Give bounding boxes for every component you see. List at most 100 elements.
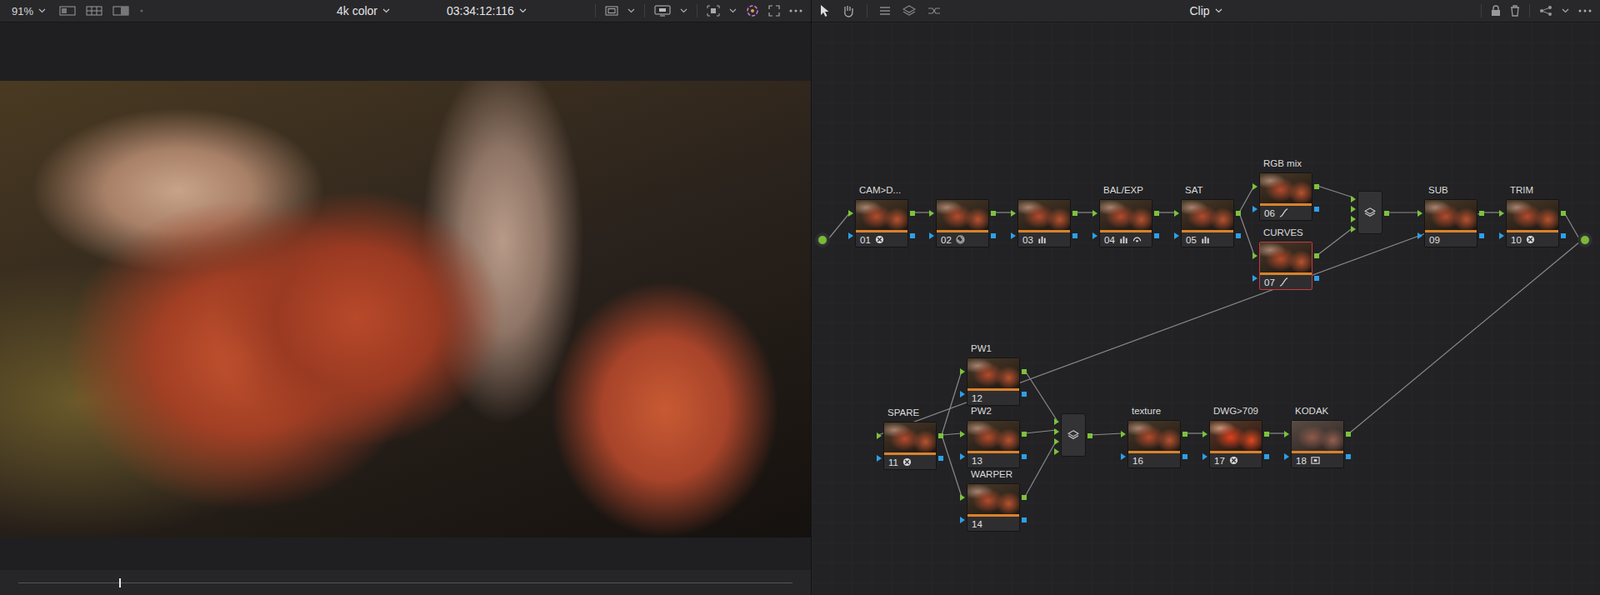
corrector-node[interactable]: SAT 05 [1180, 199, 1235, 248]
rgb-output[interactable] [1235, 210, 1241, 216]
mixer-input[interactable] [1054, 428, 1060, 435]
lock-icon[interactable] [1490, 5, 1501, 17]
rgb-output[interactable] [1182, 431, 1188, 437]
key-input[interactable] [1499, 232, 1505, 240]
hq-monitor-icon[interactable] [654, 5, 671, 17]
trash-icon[interactable] [1510, 5, 1520, 17]
mixer-input[interactable] [1350, 215, 1356, 223]
rgb-input[interactable] [1092, 210, 1098, 217]
rgb-output[interactable] [990, 210, 996, 216]
zoom-dropdown[interactable]: 91% [8, 3, 50, 20]
key-input[interactable] [1284, 453, 1290, 460]
fullscreen-icon[interactable] [768, 5, 780, 17]
rgb-output[interactable] [1021, 495, 1027, 500]
mixer-input[interactable] [1350, 195, 1356, 203]
key-output[interactable] [1264, 454, 1270, 460]
key-output[interactable] [1314, 206, 1320, 212]
rgb-input[interactable] [929, 210, 935, 217]
timeline-dropdown[interactable]: 4k color [333, 2, 394, 20]
key-input[interactable] [876, 455, 882, 462]
key-output[interactable] [910, 233, 915, 239]
timecode-dropdown[interactable]: 03:34:12:116 [443, 2, 530, 20]
pointer-icon[interactable] [820, 4, 830, 18]
key-input[interactable] [1174, 232, 1180, 240]
rgb-output[interactable] [1021, 369, 1027, 375]
corrector-node[interactable]: SPARE 11 [883, 421, 937, 470]
key-input[interactable] [929, 232, 935, 240]
rgb-output[interactable] [1345, 431, 1351, 437]
mixer-input[interactable] [1350, 225, 1356, 233]
key-output[interactable] [1560, 233, 1566, 239]
rgb-output[interactable] [938, 433, 944, 439]
corrector-node[interactable]: PW2 13 [966, 420, 1020, 469]
mixer-input[interactable] [1054, 418, 1060, 425]
chevron-down-icon[interactable] [680, 8, 688, 14]
rgb-output[interactable] [1021, 431, 1027, 437]
key-input[interactable] [960, 453, 965, 460]
mixer-input[interactable] [1350, 205, 1356, 213]
key-input[interactable] [1202, 453, 1208, 460]
rgb-input[interactable] [960, 368, 965, 375]
rgb-input[interactable] [848, 210, 854, 217]
clip-output[interactable] [1580, 235, 1590, 245]
rgb-input[interactable] [1120, 430, 1126, 438]
key-output[interactable] [1182, 454, 1188, 460]
playhead[interactable] [119, 578, 121, 588]
rgb-input[interactable] [1252, 252, 1258, 260]
highlight-icon[interactable] [706, 5, 720, 17]
key-output[interactable] [1479, 233, 1485, 239]
corrector-node[interactable]: 03 [1017, 199, 1071, 248]
mixer-output[interactable] [1087, 433, 1093, 439]
key-input[interactable] [1010, 232, 1016, 240]
rgb-output[interactable] [1479, 210, 1485, 216]
more-icon[interactable] [789, 9, 803, 13]
chevron-down-icon[interactable] [1561, 8, 1570, 14]
source-input[interactable] [817, 235, 828, 245]
share-node-icon[interactable] [1539, 5, 1553, 17]
key-input[interactable] [1252, 205, 1258, 213]
rgb-input[interactable] [960, 430, 965, 438]
corrector-node[interactable]: TRIM 10 [1505, 199, 1560, 248]
mixer-output[interactable] [1384, 210, 1390, 216]
single-view-icon[interactable] [59, 5, 76, 16]
rgb-input[interactable] [1499, 210, 1505, 217]
corrector-node[interactable]: BAL/EXP 04 [1099, 199, 1153, 248]
rgb-input[interactable] [1174, 210, 1180, 217]
rgb-output[interactable] [1314, 184, 1320, 190]
corrector-node[interactable]: texture 16 [1127, 420, 1181, 469]
rgb-output[interactable] [1264, 431, 1270, 437]
key-output[interactable] [1021, 391, 1027, 397]
corrector-node[interactable]: 02 [935, 199, 990, 248]
rgb-output[interactable] [1072, 210, 1078, 216]
key-output[interactable] [1072, 233, 1078, 239]
chevron-down-icon[interactable] [627, 8, 635, 14]
mixer-input[interactable] [1054, 448, 1060, 455]
key-input[interactable] [1092, 232, 1098, 240]
key-input[interactable] [960, 516, 965, 524]
corrector-node[interactable]: WARPER 14 [966, 483, 1020, 532]
rgb-input[interactable] [876, 432, 882, 440]
key-output[interactable] [1345, 454, 1351, 460]
hand-icon[interactable] [841, 4, 855, 18]
key-output[interactable] [938, 455, 944, 461]
node-list-icon[interactable] [879, 5, 891, 17]
split-view-icon[interactable] [112, 5, 130, 16]
rgb-output[interactable] [1154, 210, 1160, 216]
color-wheel-icon[interactable] [745, 4, 760, 18]
chevron-down-icon[interactable] [729, 8, 737, 14]
node-mode-dropdown[interactable]: Clip [1185, 2, 1225, 20]
key-input[interactable] [1252, 275, 1258, 282]
corrector-node[interactable]: CAM>D... 01 [855, 199, 909, 248]
more-icon[interactable] [1578, 9, 1592, 13]
corrector-node[interactable]: DWG>709 17 [1209, 420, 1263, 469]
key-output[interactable] [1021, 517, 1027, 523]
key-input[interactable] [1120, 453, 1126, 460]
corrector-node[interactable]: KODAK 18 [1290, 420, 1345, 469]
node-canvas[interactable]: CAM>D... 01 02 03 BAL/EXP 04 SAT 05 RGB … [811, 22, 1600, 595]
corrector-node[interactable]: RGB mix 06 [1259, 172, 1313, 221]
rgb-output[interactable] [1314, 253, 1320, 259]
splitter-icon[interactable] [927, 5, 941, 16]
key-output[interactable] [1021, 454, 1027, 460]
mixer-input[interactable] [1054, 438, 1060, 445]
scrubber[interactable] [0, 570, 811, 595]
